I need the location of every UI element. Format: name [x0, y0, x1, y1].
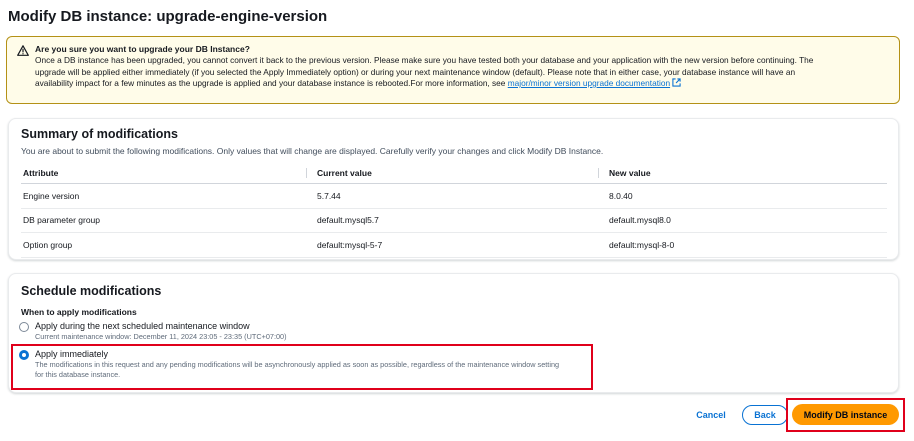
- warning-line-3: availability impact for a few minutes as…: [35, 78, 889, 90]
- row-current-value: default.mysql5.7: [317, 215, 379, 226]
- row-attribute: Engine version: [23, 190, 80, 201]
- header-current-value: Current value: [306, 167, 598, 178]
- summary-description: You are about to submit the following mo…: [21, 146, 604, 156]
- modifications-table: Attribute Current value New value Engine…: [21, 162, 887, 258]
- table-row: Option group default:mysql-5-7 default:m…: [21, 233, 887, 258]
- radio-button[interactable]: [19, 322, 29, 332]
- radio-description: Current maintenance window: December 11,…: [35, 332, 287, 341]
- row-attribute: Option group: [23, 239, 73, 250]
- table-row: Engine version 5.7.44 8.0.40: [21, 184, 887, 209]
- row-new-value: 8.0.40: [609, 190, 633, 201]
- warning-line-1: Once a DB instance has been upgraded, yo…: [35, 55, 814, 65]
- radio-label[interactable]: Apply during the next scheduled maintena…: [35, 321, 250, 331]
- highlight-apply-immediately: [11, 344, 593, 390]
- summary-title: Summary of modifications: [21, 127, 178, 141]
- when-to-apply-label: When to apply modifications: [21, 307, 137, 317]
- external-link-icon[interactable]: [672, 78, 681, 87]
- back-button[interactable]: Back: [742, 405, 788, 425]
- table-header-row: Attribute Current value New value: [21, 162, 887, 184]
- row-new-value: default.mysql8.0: [609, 215, 671, 226]
- cancel-button[interactable]: Cancel: [688, 405, 734, 425]
- table-row: DB parameter group default.mysql5.7 defa…: [21, 209, 887, 233]
- page-title: Modify DB instance: upgrade-engine-versi…: [8, 8, 328, 25]
- warning-title: Are you sure you want to upgrade your DB…: [35, 44, 250, 54]
- warning-line-3-text: availability impact for a few minutes as…: [35, 78, 506, 88]
- warning-icon: [17, 45, 29, 56]
- upgrade-documentation-link[interactable]: major/minor version upgrade documentatio…: [508, 78, 670, 88]
- warning-line-2: upgrade will be applied either immediate…: [35, 66, 796, 77]
- highlight-modify-button: [786, 398, 905, 432]
- row-current-value: 5.7.44: [317, 190, 341, 201]
- schedule-title: Schedule modifications: [21, 284, 162, 298]
- summary-of-modifications-card: Summary of modifications You are about t…: [8, 118, 899, 260]
- header-attribute: Attribute: [23, 167, 59, 178]
- header-new-value: New value: [598, 167, 887, 178]
- row-attribute: DB parameter group: [23, 215, 101, 226]
- row-current-value: default:mysql-5-7: [317, 239, 383, 250]
- upgrade-warning-alert: Are you sure you want to upgrade your DB…: [6, 36, 900, 104]
- row-new-value: default:mysql-8-0: [609, 239, 675, 250]
